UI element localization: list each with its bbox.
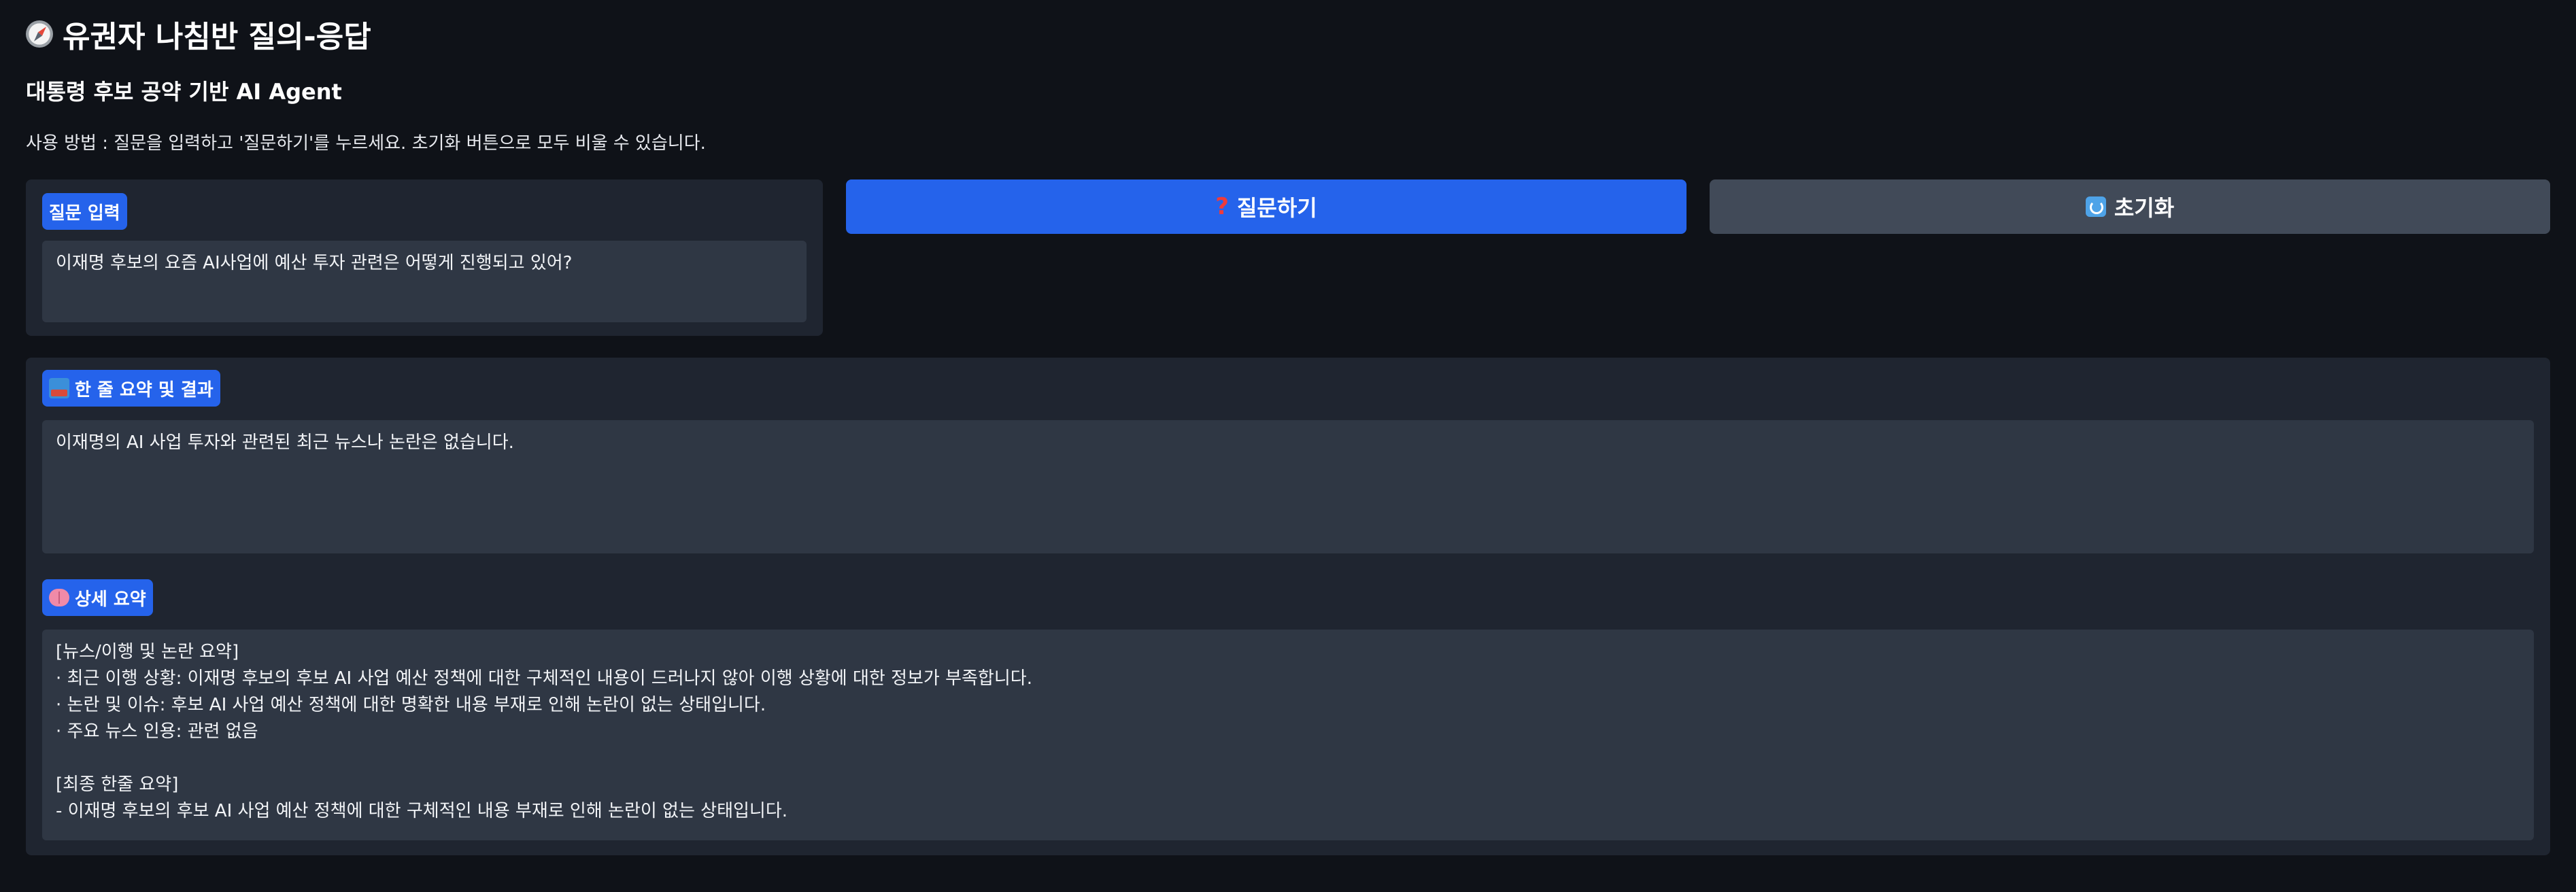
reset-button[interactable]: 초기화 [1710,179,2550,234]
ask-button-label: 질문하기 [1236,195,1317,221]
app-root: 유권자 나침반 질의-응답 대통령 후보 공약 기반 AI Agent 사용 방… [0,0,2576,892]
results-panel: 한 줄 요약 및 결과 이재명의 AI 사업 투자와 관련된 최근 뉴스나 논란… [26,358,2550,855]
compass-icon [26,20,53,48]
usage-instructions: 사용 방법 : 질문을 입력하고 '질문하기'를 누르세요. 초기화 버튼으로 … [26,133,706,154]
question-input[interactable]: 이재명 후보의 요즘 AI사업에 예산 투자 관련은 어떻게 진행되고 있어? [42,241,807,322]
ask-button[interactable]: ? 질문하기 [846,179,1687,234]
question-mark-icon: ? [1215,193,1229,220]
summary-output[interactable]: 이재명의 AI 사업 투자와 관련된 최근 뉴스나 논란은 없습니다. [42,420,2534,553]
reset-icon [2085,196,2106,217]
page-title: 유권자 나침반 질의-응답 [26,14,371,54]
page-title-text: 유권자 나침반 질의-응답 [63,20,371,54]
detail-label: 상세 요약 [42,579,153,616]
summary-label-text: 한 줄 요약 및 결과 [75,379,214,400]
question-panel: 질문 입력 이재명 후보의 요즘 AI사업에 예산 투자 관련은 어떻게 진행되… [26,179,823,336]
detail-label-text: 상세 요약 [75,589,146,610]
summary-label: 한 줄 요약 및 결과 [42,370,220,407]
inbox-tray-icon [49,378,69,398]
brain-icon [49,589,69,606]
reset-button-label: 초기화 [2114,195,2175,221]
question-label-text: 질문 입력 [49,203,120,224]
page-subtitle: 대통령 후보 공약 기반 AI Agent [26,79,342,105]
detail-output[interactable]: [뉴스/이행 및 논란 요약] · 최근 이행 상황: 이재명 후보의 후보 A… [42,630,2534,840]
question-label: 질문 입력 [42,193,127,230]
